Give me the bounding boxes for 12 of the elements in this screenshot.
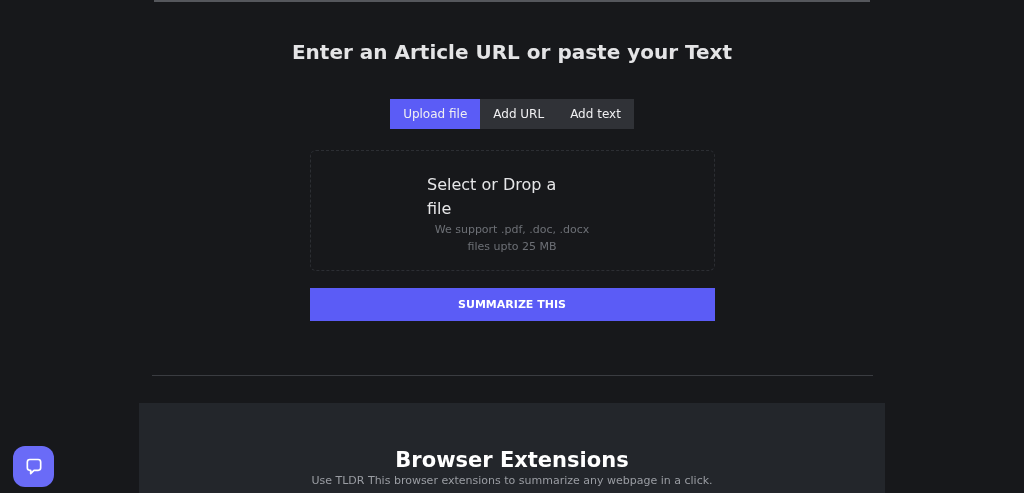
chat-button[interactable] <box>13 446 54 487</box>
source-tab[interactable]: Add URL <box>480 99 558 129</box>
file-dropzone[interactable]: Select or Drop a file We support .pdf, .doc, .docx files upto 25 MB <box>309 150 715 271</box>
extensions-subtitle: Use TLDR This browser extensions to summarize any webpage in a click. <box>311 474 713 488</box>
page-heading: Enter an Article URL or paste your Text <box>291 39 733 66</box>
source-tab[interactable]: Upload file <box>390 99 481 129</box>
dropzone-hint: We support .pdf, .doc, .docx <box>434 222 590 238</box>
dropzone-title: Select or Drop a file <box>427 174 558 220</box>
dropzone-hint: files upto 25 MB <box>467 239 557 255</box>
summarize-button[interactable]: SUMMARIZE THIS <box>309 288 715 321</box>
extensions-title: Browser Extensions <box>395 447 629 473</box>
source-tab[interactable]: Add text <box>557 99 634 129</box>
